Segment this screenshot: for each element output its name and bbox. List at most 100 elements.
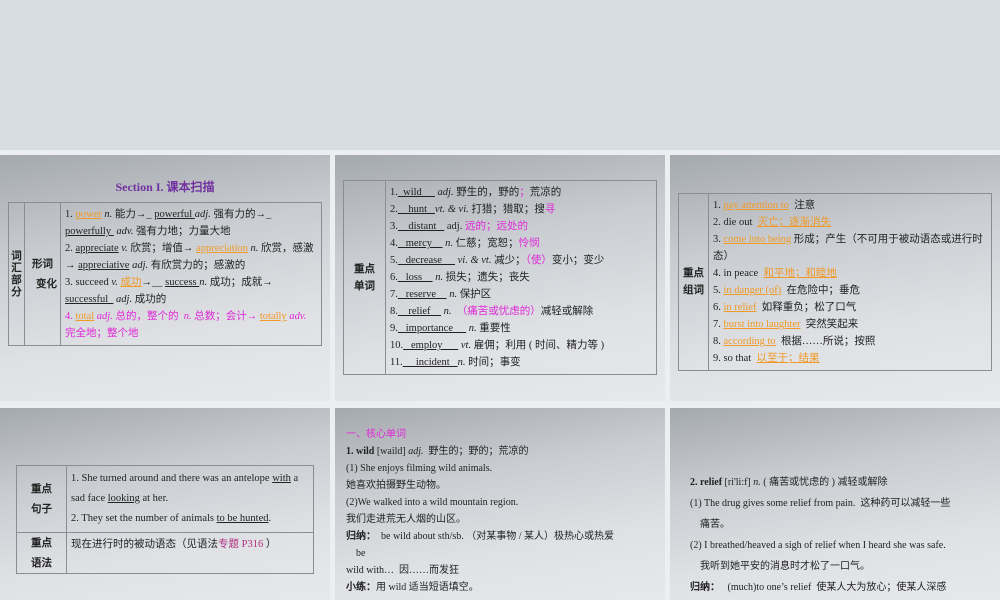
text-segment: 雇佣；利用 ( 时间、精力等 )	[471, 340, 605, 351]
text-segment: 以至于；结果	[756, 353, 820, 364]
text-segment: 5.	[390, 255, 398, 266]
list-item: 2. hunt vt. & vi. 打猎；猎取；搜寻	[390, 201, 652, 218]
text-segment: n.	[442, 238, 453, 249]
list-item: 7. reserve n. 保护区	[390, 286, 652, 303]
text-segment: 1. wild	[346, 446, 375, 457]
slide-thumbnail-6[interactable]: 2. relief [ri'li:f] n. ( 痛苦或忧虑的 ) 减轻或解除(…	[670, 408, 1000, 600]
list-item: 11. incident n. 时间；事变	[390, 354, 652, 371]
text-segment: reserve	[397, 289, 447, 300]
list-item: 我听到她平安的消息时才松了一口气。	[690, 556, 995, 577]
text-segment: decrease	[397, 255, 456, 266]
text-segment: looking	[107, 493, 140, 504]
key-phrases-label: 重点组词	[678, 193, 709, 371]
list-item: 一、核心单词	[346, 426, 656, 443]
text-segment: total	[75, 311, 95, 322]
category-label: 词汇部分	[8, 202, 25, 346]
list-item: 2. relief [ri'li:f] n. ( 痛苦或忧虑的 ) 减轻或解除	[690, 472, 995, 493]
text-segment: 归纳：	[346, 531, 376, 542]
text-segment: n.	[183, 311, 192, 322]
text-segment: 痛苦。	[690, 519, 730, 530]
text-segment: n.	[101, 209, 113, 220]
list-item: 归纳： (much)to one’s relief 使某人大为放心；使某人深感	[690, 577, 995, 598]
key-words-label: 重点单词	[343, 180, 386, 375]
text-segment: adj.	[113, 294, 133, 305]
text-segment: 9.	[390, 323, 398, 334]
text-segment: 7.	[390, 289, 398, 300]
list-item: 7. burst into laughter 突然笑起来	[713, 316, 987, 333]
text-segment: ( 痛苦或忧虑的 ) 减轻或解除	[760, 477, 888, 488]
text-segment: success	[165, 277, 200, 288]
text-segment: 4. in peace	[713, 268, 764, 279]
text-segment: n.	[753, 477, 761, 488]
text-segment: n.	[466, 323, 477, 334]
text-segment: mercy	[397, 238, 443, 249]
list-item: 3. come into being 形成；产生（不可用于被动语态或进行时态）	[713, 231, 987, 265]
text-segment: 6.	[390, 272, 398, 283]
text-segment: burst into laughter	[723, 319, 801, 330]
text-segment: with	[272, 473, 291, 484]
text-segment: 成功	[120, 277, 142, 288]
slide-thumbnail-1[interactable]: Section I. 课本扫描 词汇部分 形词 变化 1. power n. 能力…	[0, 155, 330, 401]
vocab-notes-relief: 2. relief [ri'li:f] n. ( 痛苦或忧虑的 ) 减轻或解除(…	[690, 472, 995, 598]
text-segment: 小练：	[346, 582, 376, 593]
key-grammar-text: 现在进行时的被动语态（见语法专题 P316 ）	[66, 532, 314, 574]
text-segment: successful	[65, 294, 114, 305]
text-segment: power	[75, 209, 102, 220]
text-segment: adv.	[286, 311, 307, 322]
list-item: 4. in peace 和平地；和睦地	[713, 265, 987, 282]
text-segment: 她喜欢拍摄野生动物。	[346, 480, 446, 491]
text-segment: n.	[199, 277, 208, 288]
slide-thumbnail-5[interactable]: 一、核心单词 1. wild [waild] adj. 野生的；野的；荒凉的 (1)…	[335, 408, 665, 600]
text-segment: 减轻或解除	[540, 306, 594, 317]
text-segment: (2) I breathed/heaved a sigh of relief w…	[690, 540, 946, 551]
text-segment: (1) The drug gives some relief from pain…	[690, 498, 951, 509]
text-segment: 注意	[788, 200, 816, 211]
text-segment: wild	[397, 187, 435, 198]
text-segment: 野生的，野的	[453, 187, 520, 198]
text-segment: according to	[723, 336, 776, 347]
text-segment: 7.	[713, 319, 724, 330]
text-segment: relief	[397, 306, 442, 317]
list-item: 1. wild [waild] adj. 野生的；野的；荒凉的	[346, 443, 656, 460]
list-item: 痛苦。	[690, 514, 995, 535]
list-item: 3. succeed v. 成功→__ success n. 成功；成就→ su…	[65, 274, 317, 308]
text-segment: 欣赏；增值→	[127, 243, 197, 254]
text-segment: n.	[446, 289, 458, 300]
text-segment: 1.	[65, 209, 76, 220]
list-item: 1. She turned around and there was an an…	[71, 469, 309, 509]
text-segment: （痛苦或忧虑的）	[451, 306, 541, 317]
text-segment: powerfully	[65, 226, 114, 237]
text-segment: 2. They set the number of animals	[71, 513, 217, 524]
list-item: 6. loss n. 损失；遗失；丧失	[390, 269, 652, 286]
text-segment: n.	[247, 243, 259, 254]
text-segment: adj.	[94, 311, 113, 322]
text-segment: 3.	[713, 234, 724, 245]
text-segment: (much)to one’s relief 使某人大为放心；使某人深感	[720, 582, 947, 593]
text-segment: 8.	[713, 336, 724, 347]
text-segment: appreciate	[75, 243, 119, 254]
text-segment: 2.	[390, 204, 398, 215]
text-segment: 变小；变少	[551, 255, 605, 266]
top-empty-area	[0, 0, 1000, 150]
text-segment: [waild]	[374, 446, 409, 457]
text-segment: appreciative	[78, 260, 130, 271]
text-segment: to be hunted	[216, 513, 269, 524]
list-item: 4. mercy n. 仁慈；宽恕；怜悯	[390, 235, 652, 252]
slide-thumbnail-2[interactable]: 重点单词 1. wild adj. 野生的，野的；荒凉的 2. hunt vt. …	[335, 155, 665, 401]
text-segment: 和平地；和睦地	[763, 268, 837, 279]
text-segment: appreciation	[196, 243, 248, 254]
text-segment: distant	[397, 221, 445, 232]
slide-thumbnail-4[interactable]: 重点句子 1. She turned around and there was …	[0, 408, 330, 600]
text-segment: 如释重负；松了口气	[756, 302, 857, 313]
text-segment: 打猎；猎取；搜	[468, 204, 545, 215]
text-segment: 3. succeed	[65, 277, 112, 288]
slide-thumbnail-3[interactable]: 重点组词 1. pay attention to 注意 2. die out 灭亡…	[670, 155, 1000, 401]
text-segment: 保护区	[457, 289, 492, 300]
text-segment: [ri'li:f]	[722, 477, 754, 488]
text-segment: vt. & vi.	[434, 204, 469, 215]
text-segment: 突然笑起来	[800, 319, 859, 330]
list-item: (1) She enjoys filming wild animals.	[346, 460, 656, 477]
text-segment: ）	[263, 539, 277, 550]
text-segment: 1.	[390, 187, 398, 198]
key-words-list: 1. wild adj. 野生的，野的；荒凉的 2. hunt vt. & vi.…	[385, 180, 657, 375]
